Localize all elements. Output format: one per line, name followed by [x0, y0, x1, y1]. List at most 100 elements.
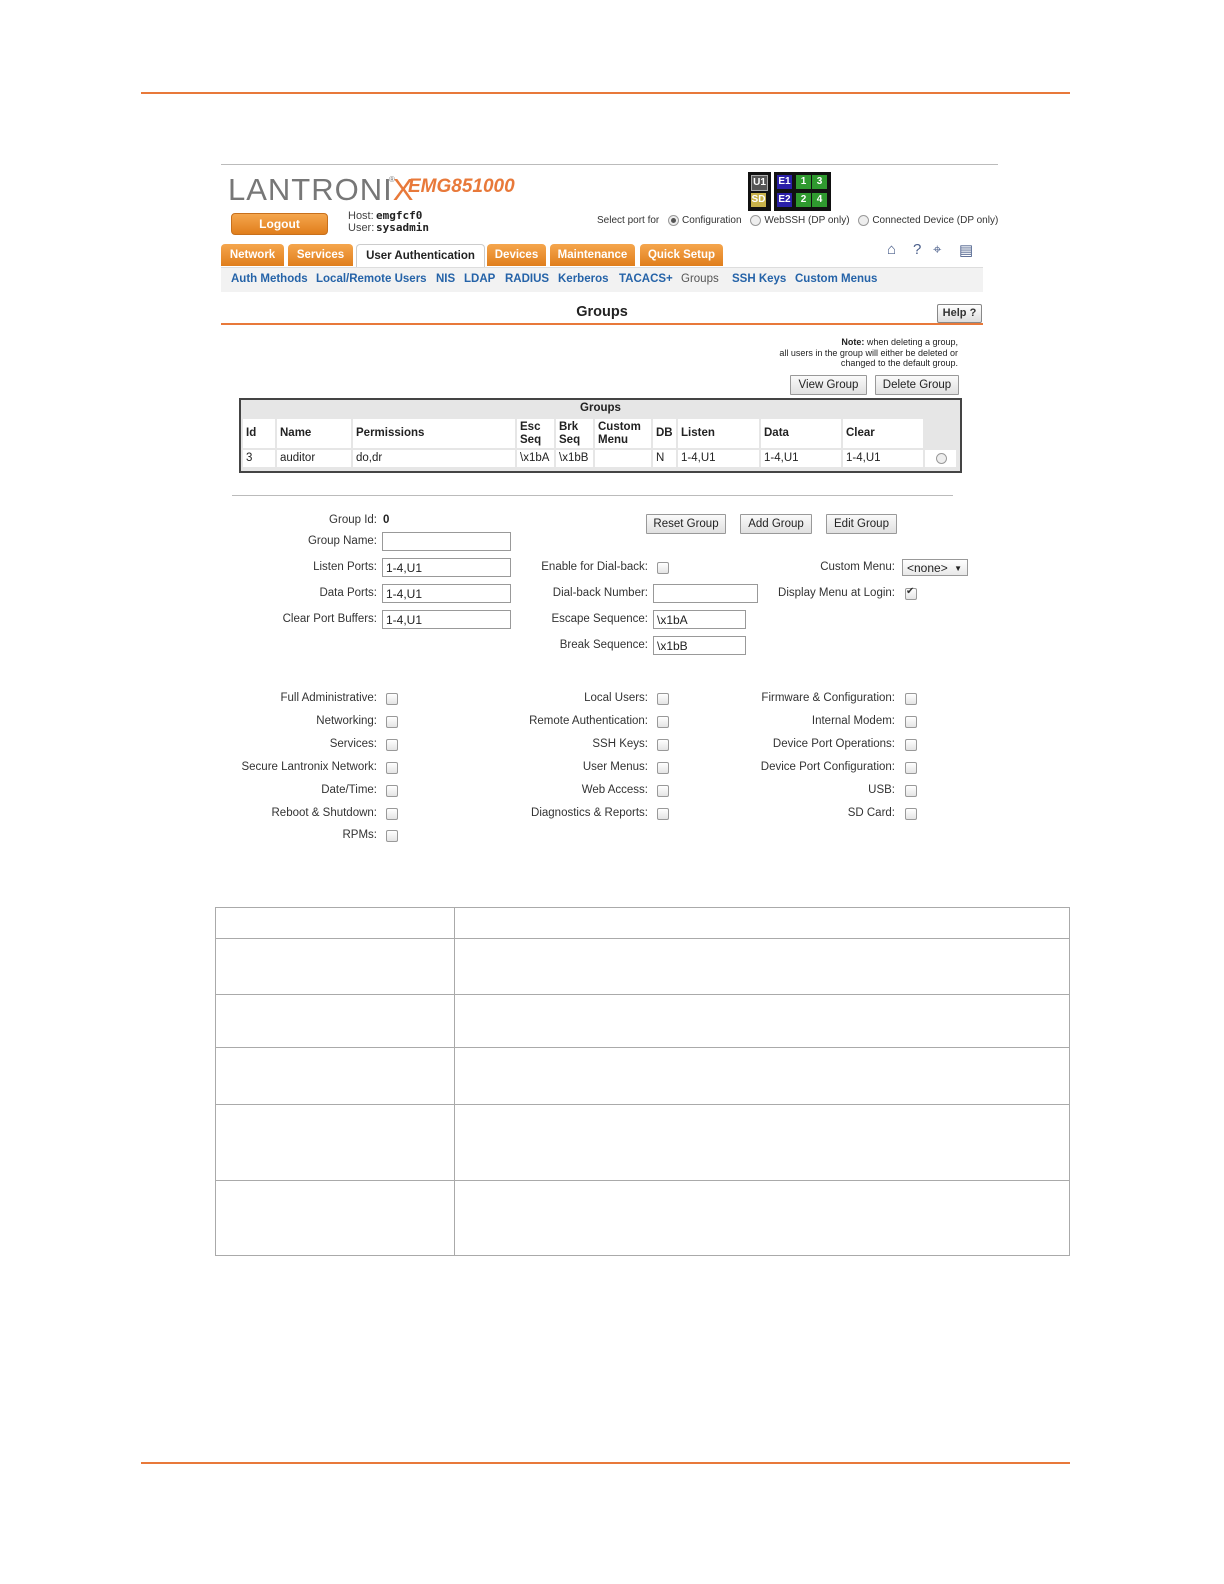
host-user-info: Host: emgfcf0 User: sysadmin [348, 209, 429, 234]
perm-reboot-shutdown-checkbox[interactable] [386, 808, 398, 820]
perm-diagnostics-reports-checkbox[interactable] [657, 808, 669, 820]
port-u1[interactable]: U1 [751, 175, 768, 191]
perm-device-port-configuration-checkbox[interactable] [905, 762, 917, 774]
perm-web-access-label: Web Access: [581, 784, 648, 796]
section-separator [232, 495, 953, 496]
table-cell-brk-seq: \x1bB [556, 450, 593, 467]
clear-port-buffers-label: Clear Port Buffers: [282, 613, 377, 625]
perm-services-checkbox[interactable] [386, 739, 398, 751]
row-select-radio[interactable] [936, 453, 947, 464]
table-cell-clear: 1-4,U1 [843, 450, 923, 467]
perm-date-time-checkbox[interactable] [386, 785, 398, 797]
port-sd[interactable]: SD [751, 193, 766, 207]
logout-panel-icon[interactable]: ▤ [959, 241, 973, 259]
groups-table: Groups Id Name Permissions Esc Seq Brk Seq… [239, 398, 962, 473]
radio-webssh[interactable] [750, 215, 762, 226]
home-icon[interactable]: ⌂ [887, 241, 896, 258]
page-top-rule [141, 92, 1070, 94]
subnav-auth-methods[interactable]: Auth Methods [231, 273, 308, 285]
subnav-local-remote-users[interactable]: Local/Remote Users [316, 273, 427, 285]
reset-group-button[interactable]: Reset Group [646, 514, 726, 534]
logout-button[interactable]: Logout [231, 213, 328, 235]
main-tabs: Network Services User Authentication Dev… [221, 244, 983, 267]
display-menu-label: Display Menu at Login: [778, 587, 895, 599]
table-cell-select [925, 450, 956, 467]
col-header-listen: Listen [678, 419, 759, 448]
delete-group-button[interactable]: Delete Group [875, 375, 959, 395]
network-icon[interactable]: ⌖ [933, 241, 941, 258]
subnav-ldap[interactable]: LDAP [464, 273, 495, 285]
port-e1[interactable]: E1 [777, 175, 792, 189]
break-sequence-input[interactable]: \x1bB [653, 636, 746, 655]
perm-networking-checkbox[interactable] [386, 716, 398, 728]
perm-networking-label: Networking: [316, 715, 377, 727]
display-menu-checkbox[interactable] [905, 586, 917, 600]
clear-port-buffers-input[interactable]: 1-4,U1 [382, 610, 511, 629]
perm-reboot-shutdown-label: Reboot & Shutdown: [271, 807, 378, 819]
perm-local-users-label: Local Users: [584, 692, 648, 704]
enable-dialback-checkbox[interactable] [657, 562, 669, 574]
perm-remote-authentication-checkbox[interactable] [657, 716, 669, 728]
perm-sd-card-checkbox[interactable] [905, 808, 917, 820]
custom-menu-select[interactable]: <none> ▼ [902, 559, 968, 576]
subnav-tacacs[interactable]: TACACS+ [619, 273, 673, 285]
perm-usb-label: USB: [868, 784, 895, 796]
perm-user-menus-checkbox[interactable] [657, 762, 669, 774]
port-4[interactable]: 4 [812, 193, 827, 207]
subnav-ssh-keys[interactable]: SSH Keys [732, 273, 786, 285]
col-header-id: Id [243, 419, 275, 448]
perm-device-port-operations-checkbox[interactable] [905, 739, 917, 751]
tab-quick-setup[interactable]: Quick Setup [640, 244, 723, 266]
col-header-data: Data [761, 419, 841, 448]
help-button[interactable]: Help ? [937, 304, 982, 323]
perm-secure-lantronix-network-label: Secure Lantronix Network: [241, 761, 377, 773]
perm-device-port-operations-label: Device Port Operations: [772, 738, 895, 750]
perm-ssh-keys-label: SSH Keys: [592, 738, 648, 750]
perm-rpms-label: RPMs: [342, 829, 378, 841]
tab-services[interactable]: Services [288, 244, 353, 266]
radio-connected-device[interactable] [858, 215, 870, 226]
table-row-divider [216, 938, 1069, 939]
port-e2[interactable]: E2 [777, 193, 792, 207]
subnav-radius[interactable]: RADIUS [505, 273, 549, 285]
edit-group-button[interactable]: Edit Group [826, 514, 897, 534]
perm-internal-modem-label: Internal Modem: [811, 715, 895, 727]
subnav-nis[interactable]: NIS [436, 273, 455, 285]
tab-devices[interactable]: Devices [487, 244, 546, 266]
table-row-divider [216, 1104, 1069, 1105]
perm-full-administrative-checkbox[interactable] [386, 693, 398, 705]
group-name-input[interactable] [382, 532, 511, 551]
lantronix-logo: LANTRONIX [228, 172, 415, 207]
header-top-line [221, 164, 998, 165]
dialback-number-input[interactable] [653, 584, 758, 603]
perm-secure-lantronix-network-checkbox[interactable] [386, 762, 398, 774]
subnav-groups[interactable]: Groups [681, 273, 719, 285]
perm-usb-checkbox[interactable] [905, 785, 917, 797]
table-cell-permissions: do,dr [353, 450, 515, 467]
table-cell-name: auditor [277, 450, 351, 467]
port-2[interactable]: 2 [796, 193, 811, 207]
subnav-kerberos[interactable]: Kerberos [558, 273, 609, 285]
tab-network[interactable]: Network [221, 244, 284, 266]
perm-local-users-checkbox[interactable] [657, 693, 669, 705]
help-question-icon[interactable]: ? [913, 241, 921, 258]
perm-firmware-configuration-checkbox[interactable] [905, 693, 917, 705]
data-ports-input[interactable]: 1-4,U1 [382, 584, 511, 603]
perm-web-access-checkbox[interactable] [657, 785, 669, 797]
radio-configuration[interactable] [668, 215, 680, 226]
escape-sequence-input[interactable]: \x1bA [653, 610, 746, 629]
subnav-custom-menus[interactable]: Custom Menus [795, 273, 877, 285]
perm-internal-modem-checkbox[interactable] [905, 716, 917, 728]
registered-mark: ® [389, 175, 395, 184]
view-group-button[interactable]: View Group [790, 375, 867, 395]
table-cell-db: N [653, 450, 676, 467]
listen-ports-input[interactable]: 1-4,U1 [382, 558, 511, 577]
tab-maintenance[interactable]: Maintenance [550, 244, 635, 266]
tab-user-authentication[interactable]: User Authentication [356, 244, 485, 267]
port-3[interactable]: 3 [812, 175, 827, 189]
perm-ssh-keys-checkbox[interactable] [657, 739, 669, 751]
port-1[interactable]: 1 [796, 175, 811, 189]
perm-user-menus-label: User Menus: [582, 761, 648, 773]
perm-rpms-checkbox[interactable] [386, 830, 398, 842]
add-group-button[interactable]: Add Group [740, 514, 812, 534]
